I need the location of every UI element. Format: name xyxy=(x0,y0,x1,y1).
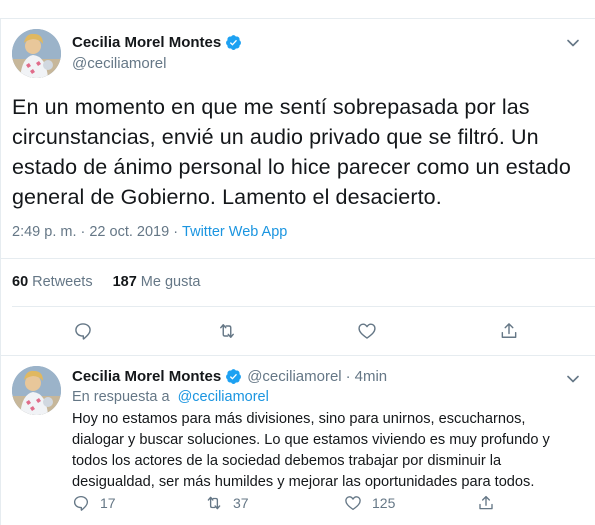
display-name[interactable]: Cecilia Morel Montes xyxy=(72,34,221,51)
divider xyxy=(1,355,595,356)
divider xyxy=(12,306,595,307)
reply-count: 17 xyxy=(100,495,116,511)
avatar[interactable] xyxy=(12,29,61,78)
handle[interactable]: @ceciliamorel xyxy=(247,368,341,385)
retweet-count: 37 xyxy=(233,495,249,511)
reply-action-bar: 17 37 125 xyxy=(72,494,552,516)
retweet-icon[interactable] xyxy=(217,321,237,341)
tweet-thread: Cecilia Morel Montes @ceciliamorel En un… xyxy=(0,0,595,525)
separator-dot: · xyxy=(345,368,351,385)
heart-icon[interactable] xyxy=(357,321,377,341)
like-count: 125 xyxy=(372,495,396,511)
display-name[interactable]: Cecilia Morel Montes xyxy=(72,368,221,385)
retweets-label[interactable]: Retweets xyxy=(32,274,92,290)
in-reply-to: En respuesta a @ceciliamorel xyxy=(72,389,269,405)
tweet-meta: 2:49 p. m. · 22 oct. 2019 · Twitter Web … xyxy=(12,224,287,240)
chevron-down-icon[interactable] xyxy=(566,36,580,50)
verified-badge-icon xyxy=(226,35,242,50)
retweets-count[interactable]: 60 xyxy=(12,274,28,290)
avatar-photo xyxy=(12,29,61,78)
engagement-counts: 60 Retweets 187 Me gusta xyxy=(12,274,200,290)
reply-header: Cecilia Morel Montes @ceciliamorel · 4mi… xyxy=(72,368,387,385)
heart-icon[interactable] xyxy=(344,494,362,512)
handle[interactable]: @ceciliamorel xyxy=(72,55,166,72)
reply-action[interactable]: 17 xyxy=(72,494,116,512)
share-icon[interactable] xyxy=(477,494,495,512)
divider xyxy=(1,258,595,259)
source-link[interactable]: Twitter Web App xyxy=(182,224,287,240)
timestamp[interactable]: 2:49 p. m. · 22 oct. 2019 · xyxy=(12,224,178,240)
tweet-text: En un momento en que me sentí sobrepasad… xyxy=(12,95,571,209)
likes-count[interactable]: 187 xyxy=(113,274,137,290)
chevron-down-icon[interactable] xyxy=(566,372,580,386)
avatar-photo xyxy=(12,366,61,415)
left-border xyxy=(0,18,1,525)
share-icon[interactable] xyxy=(499,321,519,341)
relative-time[interactable]: 4min xyxy=(355,368,388,385)
like-action[interactable]: 125 xyxy=(344,494,395,512)
likes-label[interactable]: Me gusta xyxy=(141,274,201,290)
retweet-action[interactable]: 37 xyxy=(205,494,249,512)
author-name-row[interactable]: Cecilia Morel Montes xyxy=(72,34,242,51)
in-reply-label: En respuesta a xyxy=(72,389,170,405)
share-action[interactable] xyxy=(477,494,505,512)
verified-badge-icon xyxy=(226,369,242,384)
reply-mention-link[interactable]: @ceciliamorel xyxy=(178,389,269,405)
top-border xyxy=(0,18,595,19)
avatar[interactable] xyxy=(12,366,61,415)
reply-icon[interactable] xyxy=(72,494,90,512)
reply-icon[interactable] xyxy=(73,321,93,341)
reply-text: Hoy no estamos para más divisiones, sino… xyxy=(72,411,550,490)
retweet-icon[interactable] xyxy=(205,494,223,512)
